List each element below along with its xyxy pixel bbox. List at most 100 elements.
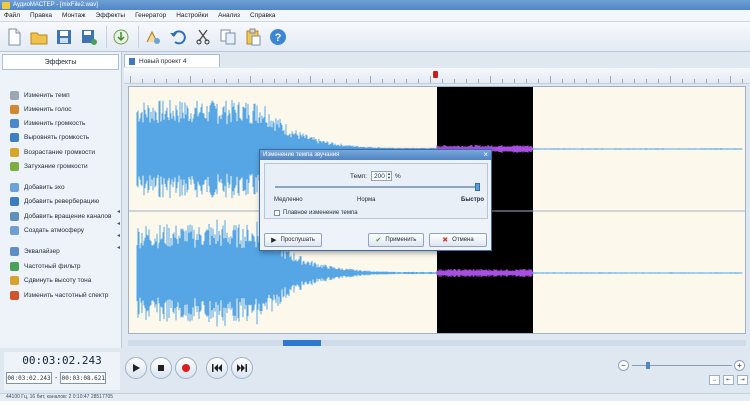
collapse-chevron-icon[interactable]: ◂ (117, 220, 120, 227)
svg-text:?: ? (275, 32, 282, 44)
ruler-tick (562, 79, 563, 83)
ruler-tick (190, 76, 191, 83)
menu-generator[interactable]: Генератор (135, 12, 166, 19)
zoom-in-button[interactable]: + (734, 360, 745, 371)
tempo-slider-track[interactable] (275, 186, 479, 188)
effect-item-reverb[interactable]: Добавить реверберацию (10, 196, 99, 206)
effect-item-pitch-shift[interactable]: Сдвинуть высоту тона (10, 275, 91, 285)
spectrum-icon (10, 290, 19, 300)
stop-icon (158, 365, 164, 371)
smooth-change-row: Плавное изменение темпа (274, 210, 358, 216)
effect-item-equalizer[interactable]: Эквалайзер (10, 246, 60, 256)
tempo-stepper[interactable]: 200 ▲ ▼ (371, 171, 393, 181)
ruler-tick (646, 79, 647, 83)
frequency-filter-icon (10, 261, 19, 271)
ruler-tick (298, 79, 299, 83)
fade-out-icon (10, 161, 19, 171)
horizontal-scrollbar[interactable] (128, 340, 746, 346)
effect-item-label: Сдвинуть высоту тона (24, 276, 92, 284)
save-as-button[interactable] (78, 26, 100, 48)
effect-item-normalize[interactable]: Выровнять громкость (10, 132, 89, 142)
zoom-out-button[interactable]: − (618, 360, 629, 371)
ruler-tick (466, 79, 467, 83)
ruler-tick (310, 76, 311, 83)
fit-width-icon[interactable]: ↔ (709, 375, 720, 385)
norm-label: Норма (357, 197, 376, 203)
effect-item-echo[interactable]: Добавить эхо (10, 182, 65, 192)
undo-icon (170, 29, 186, 44)
save-button[interactable] (53, 26, 75, 48)
forward-button[interactable] (231, 357, 253, 379)
tab-project[interactable]: Новый проект 4 (124, 54, 220, 67)
collapse-chevron-icon[interactable]: ◂ (117, 244, 120, 251)
playhead-marker[interactable] (433, 71, 438, 78)
menu-montage[interactable]: Монтаж (62, 12, 86, 19)
tempo-slider-handle[interactable] (475, 183, 480, 191)
effect-item-spectrum[interactable]: Изменить частотный спектр (10, 290, 108, 300)
menu-settings[interactable]: Настройки (176, 12, 208, 19)
effect-item-tempo[interactable]: Изменить темп (10, 90, 70, 100)
open-folder-icon (30, 32, 48, 44)
record-button[interactable] (175, 357, 197, 379)
scrollbar-thumb[interactable] (283, 340, 321, 346)
effect-item-label: Эквалайзер (24, 247, 60, 255)
ruler-tick (250, 76, 251, 83)
play-icon: ▶ (271, 237, 277, 244)
record-icon (182, 364, 190, 372)
current-time: 00:03:02.243 (22, 354, 102, 367)
copy-button[interactable] (217, 26, 239, 48)
apply-button[interactable]: ✔ Применить (368, 233, 424, 247)
stop-button[interactable] (150, 357, 172, 379)
preview-button[interactable]: ▶ Прослушать (264, 233, 322, 247)
tempo-icon (10, 90, 19, 100)
selection-end-field[interactable]: 00:03:08.621 (60, 372, 107, 384)
new-file-button[interactable] (3, 26, 25, 48)
effect-item-frequency-filter[interactable]: Частотный фильтр (10, 261, 81, 271)
pitch-shift-icon (10, 275, 19, 285)
fit-selection-icon[interactable]: ⇤ (723, 375, 734, 385)
rewind-button[interactable] (206, 357, 228, 379)
effect-item-fade-in[interactable]: Возрастание громкости (10, 147, 95, 157)
undo-button[interactable] (167, 26, 189, 48)
fit-all-icon[interactable]: ⇥ (737, 375, 748, 385)
ruler-tick (214, 79, 215, 83)
help-button[interactable]: ? (267, 26, 289, 48)
smooth-change-label: Плавное изменение темпа (283, 210, 358, 216)
effect-item-atmosphere[interactable]: Создать атмосферу (10, 225, 84, 235)
selection-start-field[interactable]: 00:03:02.243 (6, 372, 52, 384)
effect-item-fade-out[interactable]: Затухание громкости (10, 161, 88, 171)
close-icon[interactable]: × (483, 151, 488, 159)
menu-edit[interactable]: Правка (30, 12, 52, 19)
cancel-button[interactable]: ✖ Отмена (429, 233, 487, 247)
ruler-tick (502, 79, 503, 83)
timeline-ruler[interactable] (124, 68, 750, 84)
apply-button-label: Применить (385, 237, 417, 243)
volume-icon (10, 118, 19, 128)
menu-file[interactable]: Файл (4, 12, 20, 19)
app-window: АудиоМАСТЕР - [mixFile2.wav] Файл Правка… (0, 0, 750, 401)
effect-item-channel-rotation[interactable]: Добавить вращение каналов (10, 211, 112, 221)
cut-button[interactable] (192, 26, 214, 48)
stepper-arrows-icon[interactable]: ▲ ▼ (386, 172, 391, 180)
zoom-slider-handle[interactable] (646, 362, 650, 369)
ruler-tick (142, 79, 143, 83)
record-button[interactable] (110, 26, 132, 48)
paste-button[interactable] (242, 26, 264, 48)
effect-item-volume[interactable]: Изменить громкость (10, 118, 85, 128)
menu-help[interactable]: Справка (250, 12, 276, 19)
collapse-chevron-icon[interactable]: ◂ (117, 232, 120, 239)
ruler-tick (418, 79, 419, 83)
play-button[interactable] (125, 357, 147, 379)
zoom-control: − + (618, 360, 746, 372)
collapse-chevron-icon[interactable]: ◂ (117, 208, 120, 215)
save-icon (57, 29, 71, 44)
smooth-change-checkbox[interactable] (274, 210, 280, 216)
open-button[interactable] (28, 26, 50, 48)
ruler-tick (622, 79, 623, 83)
status-bar: 44100 Гц, 16 бит, каналов: 2 0:10:47 285… (0, 393, 750, 401)
menu-effects[interactable]: Эффекты (96, 12, 126, 19)
effect-item-voice[interactable]: Изменить голос (10, 104, 72, 114)
menu-analysis[interactable]: Анализ (218, 12, 240, 19)
effect-undo-button[interactable] (142, 26, 164, 48)
copy-icon (220, 29, 236, 44)
